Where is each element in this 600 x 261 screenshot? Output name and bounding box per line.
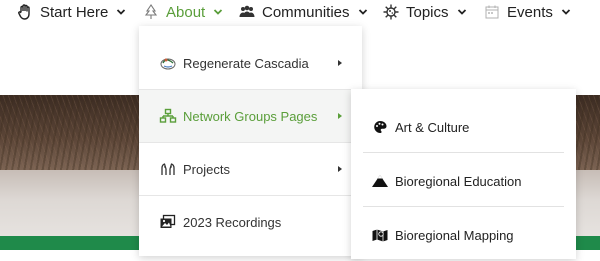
nav-topics[interactable]: Topics	[382, 0, 467, 24]
people-icon	[238, 3, 256, 21]
menu-item-label: Network Groups Pages	[183, 108, 318, 124]
nav-label-about: About	[166, 3, 206, 21]
menu-item-2023-recordings[interactable]: 2023 Recordings	[139, 196, 362, 248]
chevron-down-icon	[116, 7, 126, 17]
virus-icon	[382, 3, 400, 21]
about-dropdown-menu: Regenerate Cascadia Network Groups Pages…	[139, 26, 362, 256]
submenu-divider	[363, 206, 564, 207]
nav-communities[interactable]: Communities	[238, 0, 368, 24]
hands-icon	[159, 160, 177, 178]
submenu-arrow-icon	[338, 166, 342, 172]
submenu-arrow-icon	[338, 113, 342, 119]
nav-start-here[interactable]: Start Here	[16, 0, 126, 24]
menu-item-network-groups-pages[interactable]: Network Groups Pages	[139, 90, 362, 142]
tree-icon	[142, 3, 160, 21]
menu-item-label: Regenerate Cascadia	[183, 55, 309, 71]
calendar-icon	[483, 3, 501, 21]
globe-icon	[159, 54, 177, 72]
nav-about[interactable]: About	[142, 0, 223, 24]
chevron-down-icon	[561, 7, 571, 17]
submenu-arrow-icon	[338, 60, 342, 66]
chevron-down-icon	[358, 7, 368, 17]
network-groups-submenu: Art & Culture Bioregional Education Bior…	[351, 89, 576, 259]
mountain-icon	[371, 172, 389, 190]
map-icon	[371, 226, 389, 244]
menu-item-label: Projects	[183, 161, 230, 177]
chevron-down-icon	[213, 7, 223, 17]
nav-label-events: Events	[507, 3, 553, 21]
menu-item-regenerate-cascadia[interactable]: Regenerate Cascadia	[139, 37, 362, 89]
menu-item-label: 2023 Recordings	[183, 214, 282, 230]
network-icon	[159, 107, 177, 125]
nav-events[interactable]: Events	[483, 0, 571, 24]
menu-item-projects[interactable]: Projects	[139, 143, 362, 195]
submenu-item-label: Bioregional Mapping	[395, 227, 514, 243]
chevron-down-icon	[457, 7, 467, 17]
nav-label-start-here: Start Here	[40, 3, 109, 21]
submenu-item-art-culture[interactable]: Art & Culture	[351, 101, 576, 153]
main-navigation: Start Here About Communities Topics Even…	[0, 0, 600, 26]
palette-icon	[371, 118, 389, 136]
submenu-item-label: Bioregional Education	[395, 173, 522, 189]
nav-label-topics: Topics	[406, 3, 449, 21]
photos-icon	[159, 213, 177, 231]
hand-icon	[16, 3, 34, 21]
nav-label-communities: Communities	[262, 3, 350, 21]
submenu-item-bioregional-mapping[interactable]: Bioregional Mapping	[351, 209, 576, 261]
submenu-item-label: Art & Culture	[395, 119, 470, 135]
submenu-divider	[363, 152, 564, 153]
submenu-item-bioregional-education[interactable]: Bioregional Education	[351, 155, 576, 207]
